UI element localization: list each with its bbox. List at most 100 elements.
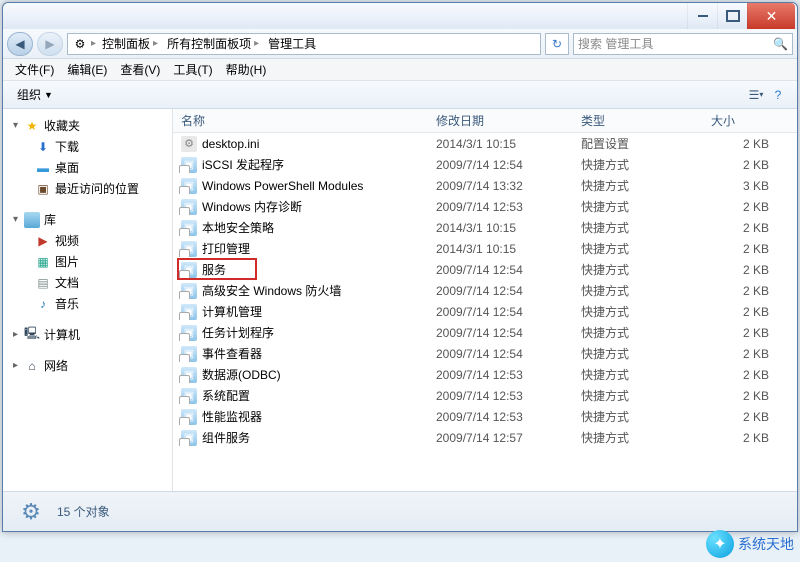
search-input[interactable]: 搜索 管理工具 🔍 [573, 33, 793, 55]
sidebar-downloads[interactable]: ⬇下载 [3, 136, 172, 157]
file-row[interactable]: ▣高级安全 Windows 防火墙2009/7/14 12:54快捷方式2 KB [173, 280, 797, 301]
file-name: 组件服务 [202, 429, 250, 446]
file-row[interactable]: ▣本地安全策略2014/3/1 10:15快捷方式2 KB [173, 217, 797, 238]
sidebar: ▾★收藏夹 ⬇下载 ▬桌面 ▣最近访问的位置 ▾库 ▶视频 ▦图片 ▤文档 ♪音… [3, 109, 173, 491]
file-type: 快捷方式 [573, 387, 703, 404]
sidebar-network[interactable]: ▸⌂网络 [3, 355, 172, 376]
breadcrumb-label: 控制面板 [102, 35, 150, 52]
file-row[interactable]: ▣组件服务2009/7/14 12:57快捷方式2 KB [173, 427, 797, 448]
column-headers: 名称 修改日期 类型 大小 [173, 109, 797, 133]
file-row[interactable]: ⚙desktop.ini2014/3/1 10:15配置设置2 KB [173, 133, 797, 154]
watermark-icon: ✦ [706, 530, 734, 558]
file-row[interactable]: ▣计算机管理2009/7/14 12:54快捷方式2 KB [173, 301, 797, 322]
search-placeholder: 搜索 管理工具 [578, 35, 653, 52]
col-type[interactable]: 类型 [573, 112, 703, 129]
refresh-button[interactable]: ↻ [545, 33, 569, 55]
file-row[interactable]: ▣Windows 内存诊断2009/7/14 12:53快捷方式2 KB [173, 196, 797, 217]
file-icon: ▣ [181, 304, 197, 320]
file-name: iSCSI 发起程序 [202, 156, 284, 173]
explorer-window: ✕ ◀ ▶ ⚙ ▸ 控制面板▸ 所有控制面板项▸ 管理工具 ↻ 搜索 管理工具 … [2, 2, 798, 532]
close-button[interactable]: ✕ [747, 3, 795, 29]
file-size: 2 KB [703, 284, 797, 298]
chevron-right-icon: ▸ [254, 38, 259, 49]
file-row[interactable]: ▣性能监视器2009/7/14 12:53快捷方式2 KB [173, 406, 797, 427]
sidebar-computer[interactable]: ▸🖳计算机 [3, 324, 172, 345]
file-date: 2009/7/14 12:53 [428, 410, 573, 424]
file-icon: ⚙ [181, 136, 197, 152]
help-button[interactable]: ? [767, 84, 789, 106]
back-button[interactable]: ◀ [7, 32, 33, 56]
menu-view[interactable]: 查看(V) [114, 59, 166, 80]
file-name: 性能监视器 [202, 408, 262, 425]
file-icon: ▣ [181, 199, 197, 215]
file-row[interactable]: ▣服务2009/7/14 12:54快捷方式2 KB [173, 259, 797, 280]
file-type: 快捷方式 [573, 261, 703, 278]
file-name: 系统配置 [202, 387, 250, 404]
breadcrumb-seg[interactable]: 控制面板▸ [99, 34, 161, 53]
file-row[interactable]: ▣打印管理2014/3/1 10:15快捷方式2 KB [173, 238, 797, 259]
file-row[interactable]: ▣系统配置2009/7/14 12:53快捷方式2 KB [173, 385, 797, 406]
sidebar-recent[interactable]: ▣最近访问的位置 [3, 178, 172, 199]
sidebar-documents[interactable]: ▤文档 [3, 272, 172, 293]
titlebar: ✕ [3, 3, 797, 29]
file-row[interactable]: ▣任务计划程序2009/7/14 12:54快捷方式2 KB [173, 322, 797, 343]
sidebar-label: 下载 [55, 138, 79, 155]
file-name: 计算机管理 [202, 303, 262, 320]
file-icon: ▣ [181, 325, 197, 341]
file-icon: ▣ [181, 283, 197, 299]
file-date: 2014/3/1 10:15 [428, 137, 573, 151]
col-size[interactable]: 大小 [703, 112, 797, 129]
organize-button[interactable]: 组织 ▼ [11, 84, 59, 105]
forward-button[interactable]: ▶ [37, 32, 63, 56]
sidebar-pictures[interactable]: ▦图片 [3, 251, 172, 272]
file-type: 快捷方式 [573, 366, 703, 383]
sidebar-libraries[interactable]: ▾库 [3, 209, 172, 230]
sidebar-desktop[interactable]: ▬桌面 [3, 157, 172, 178]
sidebar-label: 图片 [55, 253, 79, 270]
breadcrumb-seg[interactable]: 所有控制面板项▸ [164, 34, 262, 53]
menu-file[interactable]: 文件(F) [9, 59, 60, 80]
statusbar: ⚙ 15 个对象 [3, 491, 797, 531]
file-date: 2009/7/14 12:54 [428, 347, 573, 361]
sidebar-music[interactable]: ♪音乐 [3, 293, 172, 314]
file-row[interactable]: ▣Windows PowerShell Modules2009/7/14 13:… [173, 175, 797, 196]
file-row[interactable]: ▣iSCSI 发起程序2009/7/14 12:54快捷方式2 KB [173, 154, 797, 175]
file-icon: ▣ [181, 346, 197, 362]
breadcrumb[interactable]: ⚙ ▸ 控制面板▸ 所有控制面板项▸ 管理工具 [67, 33, 541, 55]
sidebar-favorites[interactable]: ▾★收藏夹 [3, 115, 172, 136]
sidebar-label: 最近访问的位置 [55, 180, 139, 197]
file-row[interactable]: ▣数据源(ODBC)2009/7/14 12:53快捷方式2 KB [173, 364, 797, 385]
file-type: 快捷方式 [573, 240, 703, 257]
file-row[interactable]: ▣事件查看器2009/7/14 12:54快捷方式2 KB [173, 343, 797, 364]
library-icon [24, 212, 40, 228]
menu-help[interactable]: 帮助(H) [220, 59, 273, 80]
file-size: 2 KB [703, 305, 797, 319]
minimize-button[interactable] [687, 3, 717, 29]
file-date: 2009/7/14 12:53 [428, 200, 573, 214]
search-icon: 🔍 [773, 37, 788, 51]
file-name: 数据源(ODBC) [202, 366, 281, 383]
file-icon: ▣ [181, 367, 197, 383]
col-date[interactable]: 修改日期 [428, 112, 573, 129]
file-type: 快捷方式 [573, 408, 703, 425]
file-size: 2 KB [703, 326, 797, 340]
collapse-icon: ▾ [11, 120, 20, 131]
download-icon: ⬇ [35, 139, 51, 155]
file-name: 事件查看器 [202, 345, 262, 362]
star-icon: ★ [24, 118, 40, 134]
breadcrumb-label: 所有控制面板项 [167, 35, 251, 52]
view-options-button[interactable]: ☰▾ [745, 84, 767, 106]
file-size: 2 KB [703, 431, 797, 445]
content: ▾★收藏夹 ⬇下载 ▬桌面 ▣最近访问的位置 ▾库 ▶视频 ▦图片 ▤文档 ♪音… [3, 109, 797, 491]
sidebar-videos[interactable]: ▶视频 [3, 230, 172, 251]
picture-icon: ▦ [35, 254, 51, 270]
sidebar-label: 文档 [55, 274, 79, 291]
breadcrumb-seg[interactable]: 管理工具 [265, 34, 319, 53]
maximize-button[interactable] [717, 3, 747, 29]
menu-tools[interactable]: 工具(T) [167, 59, 218, 80]
file-type: 配置设置 [573, 135, 703, 152]
menu-edit[interactable]: 编辑(E) [61, 59, 113, 80]
file-name: 服务 [202, 261, 226, 278]
col-name[interactable]: 名称 [173, 112, 428, 129]
file-date: 2009/7/14 12:53 [428, 389, 573, 403]
